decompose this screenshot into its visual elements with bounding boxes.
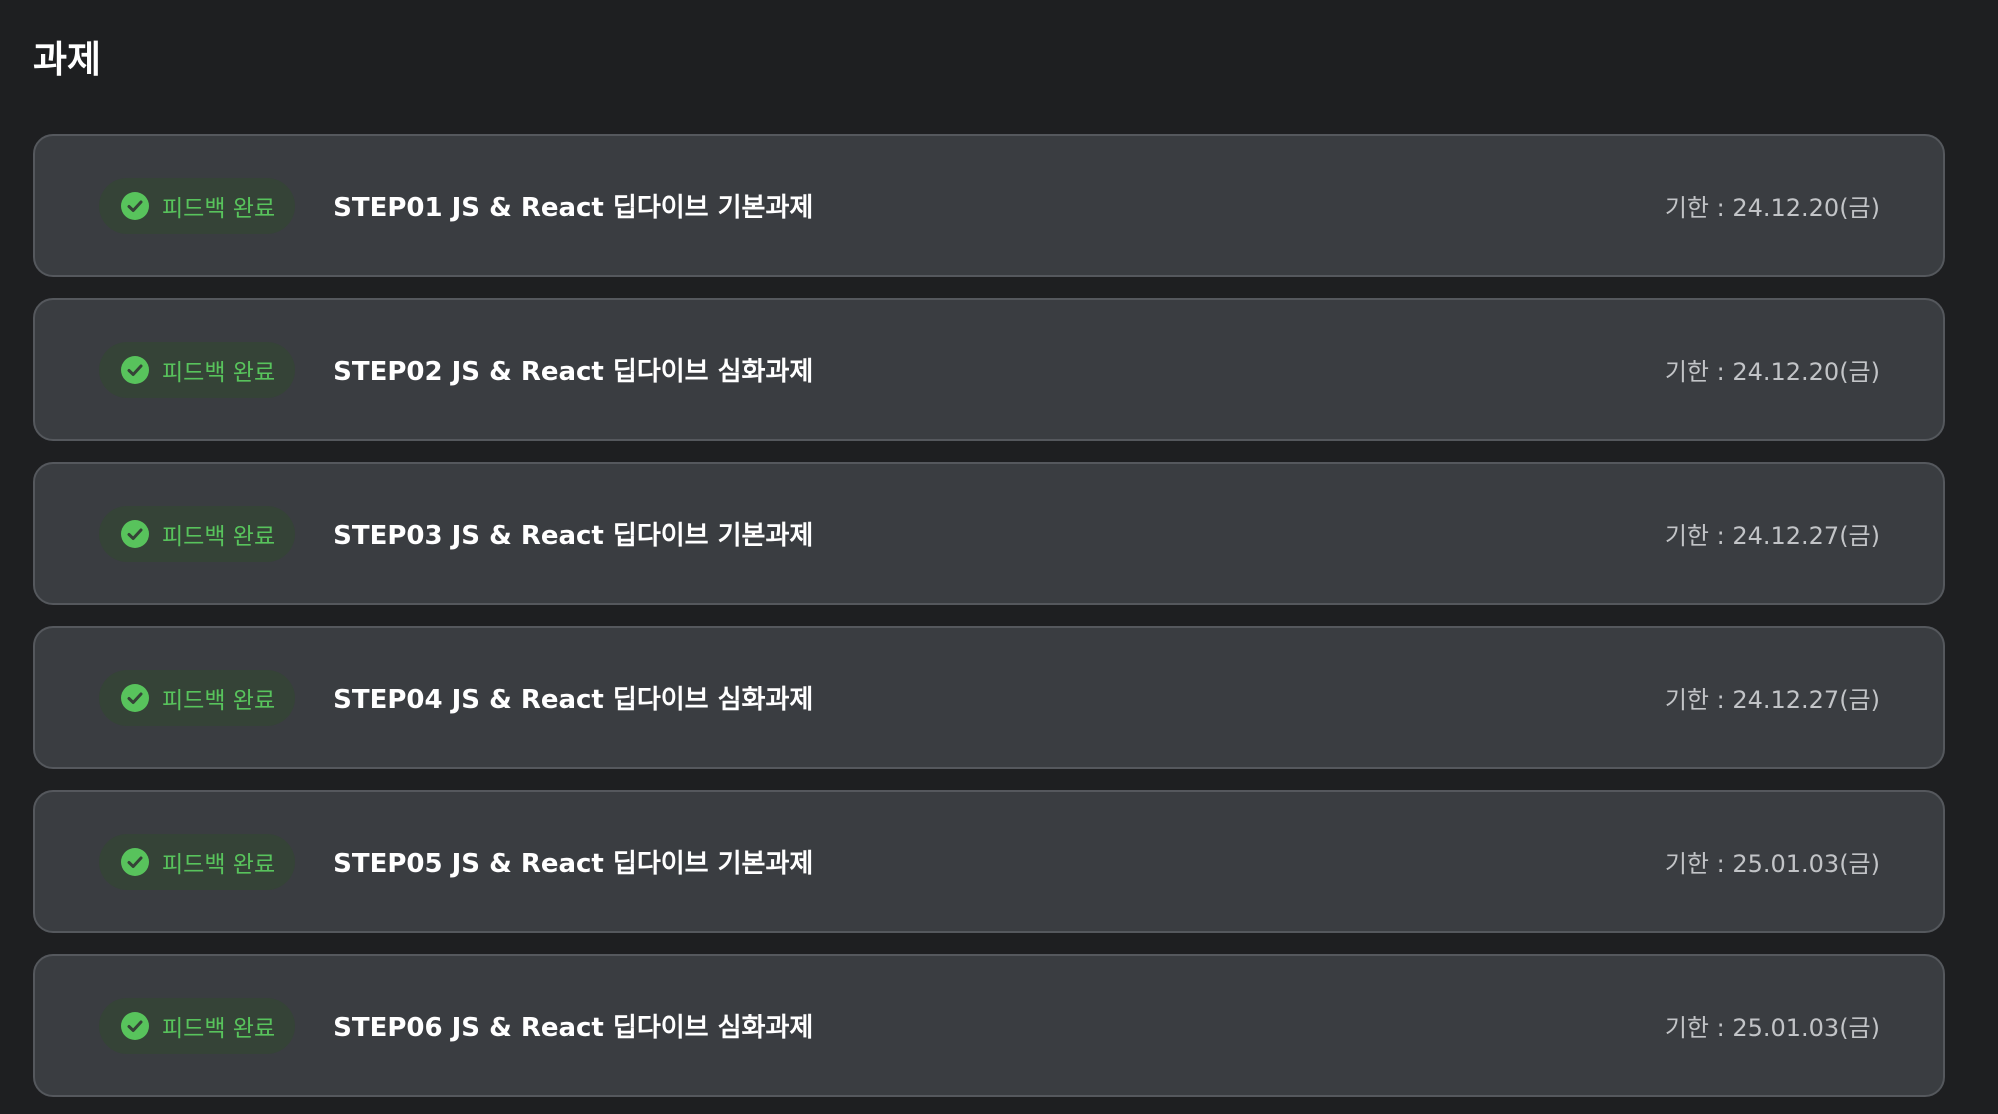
page-title: 과제 xyxy=(33,38,102,81)
assignment-card[interactable]: 피드백 완료 STEP02 JS & React 딥다이브 심화과제 기한 : … xyxy=(33,298,1945,441)
due-date: 기한 : 24.12.27(금) xyxy=(1664,686,1880,714)
status-badge: 피드백 완료 xyxy=(99,177,296,234)
assignment-title: STEP06 JS & React 딥다이브 심화과제 xyxy=(333,1013,814,1043)
status-badge: 피드백 완료 xyxy=(99,669,296,726)
assignment-card[interactable]: 피드백 완료 STEP06 JS & React 딥다이브 심화과제 기한 : … xyxy=(33,954,1945,1097)
check-circle-icon xyxy=(121,519,149,548)
status-label: 피드백 완료 xyxy=(162,523,276,550)
due-date: 기한 : 25.01.03(금) xyxy=(1664,1014,1880,1042)
assignments-page: 과제 피드백 완료 STEP01 JS & React 딥다이브 기본과제 기한… xyxy=(0,0,1998,1114)
check-circle-icon xyxy=(121,847,149,876)
assignment-title: STEP04 JS & React 딥다이브 심화과제 xyxy=(333,685,814,715)
assignment-title: STEP05 JS & React 딥다이브 기본과제 xyxy=(333,849,814,879)
status-badge: 피드백 완료 xyxy=(99,833,296,890)
status-label: 피드백 완료 xyxy=(162,687,276,714)
assignment-title: STEP01 JS & React 딥다이브 기본과제 xyxy=(333,193,814,223)
status-badge: 피드백 완료 xyxy=(99,997,296,1054)
status-badge: 피드백 완료 xyxy=(99,505,296,562)
assignment-card[interactable]: 피드백 완료 STEP04 JS & React 딥다이브 심화과제 기한 : … xyxy=(33,626,1945,769)
assignment-card[interactable]: 피드백 완료 STEP01 JS & React 딥다이브 기본과제 기한 : … xyxy=(33,134,1945,277)
assignment-title: STEP02 JS & React 딥다이브 심화과제 xyxy=(333,357,814,387)
status-badge: 피드백 완료 xyxy=(99,341,296,398)
assignment-title: STEP03 JS & React 딥다이브 기본과제 xyxy=(333,521,814,551)
check-circle-icon xyxy=(121,191,149,220)
due-date: 기한 : 24.12.27(금) xyxy=(1664,522,1880,550)
status-label: 피드백 완료 xyxy=(162,359,276,386)
assignment-list: 피드백 완료 STEP01 JS & React 딥다이브 기본과제 기한 : … xyxy=(33,134,1965,1097)
status-label: 피드백 완료 xyxy=(162,195,276,222)
status-label: 피드백 완료 xyxy=(162,851,276,878)
assignment-card[interactable]: 피드백 완료 STEP05 JS & React 딥다이브 기본과제 기한 : … xyxy=(33,790,1945,933)
status-label: 피드백 완료 xyxy=(162,1015,276,1042)
check-circle-icon xyxy=(121,1011,149,1040)
due-date: 기한 : 24.12.20(금) xyxy=(1664,194,1880,222)
due-date: 기한 : 25.01.03(금) xyxy=(1664,850,1880,878)
check-circle-icon xyxy=(121,355,149,384)
assignment-card[interactable]: 피드백 완료 STEP03 JS & React 딥다이브 기본과제 기한 : … xyxy=(33,462,1945,605)
due-date: 기한 : 24.12.20(금) xyxy=(1664,358,1880,386)
check-circle-icon xyxy=(121,683,149,712)
